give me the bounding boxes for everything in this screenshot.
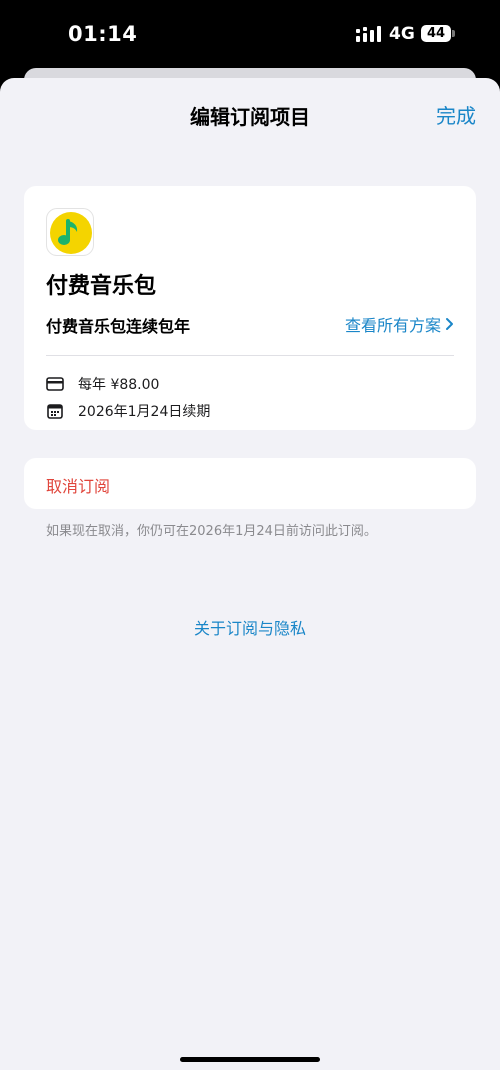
calendar-icon [47, 404, 63, 419]
renewal-row: 2026年1月24日续期 [46, 401, 210, 421]
network-type: 4G [389, 24, 415, 44]
screen: 01:14 4G 44 编辑订阅项目 完成 付费音乐包 付费音乐包连续包年 查看… [0, 0, 500, 1070]
chevron-right-icon [446, 318, 453, 330]
credit-card-icon [46, 377, 64, 391]
plan-name: 付费音乐包连续包年 [46, 317, 191, 336]
status-time: 01:14 [68, 22, 138, 46]
subscription-card: 付费音乐包 付费音乐包连续包年 查看所有方案 每年 ¥88.00 2026年1月… [24, 186, 476, 430]
battery-cap [452, 30, 455, 37]
home-indicator [180, 1057, 320, 1062]
divider [46, 355, 454, 356]
done-button[interactable]: 完成 [436, 100, 476, 129]
app-icon [46, 208, 94, 256]
app-name: 付费音乐包 [46, 274, 157, 299]
renewal-text: 2026年1月24日续期 [78, 404, 211, 420]
signal-icon [356, 26, 381, 42]
music-app-icon [50, 212, 92, 254]
price-row: 每年 ¥88.00 [46, 374, 159, 394]
price-text: 每年 ¥88.00 [78, 377, 160, 393]
view-all-plans-label: 查看所有方案 [344, 316, 441, 335]
status-bar: 01:14 4G 44 [0, 0, 500, 68]
view-all-plans-link[interactable]: 查看所有方案 [345, 312, 454, 336]
page-title: 编辑订阅项目 [190, 105, 310, 129]
cancel-card: 取消订阅 [24, 458, 476, 509]
battery-icon: 44 [421, 25, 451, 42]
cancel-footnote: 如果现在取消，你仍可在2026年1月24日前访问此订阅。 [46, 524, 377, 539]
cancel-subscription-button[interactable]: 取消订阅 [46, 473, 110, 497]
privacy-link[interactable]: 关于订阅与隐私 [0, 615, 500, 639]
edit-subscription-sheet: 编辑订阅项目 完成 付费音乐包 付费音乐包连续包年 查看所有方案 每年 ¥88.… [0, 78, 500, 1070]
